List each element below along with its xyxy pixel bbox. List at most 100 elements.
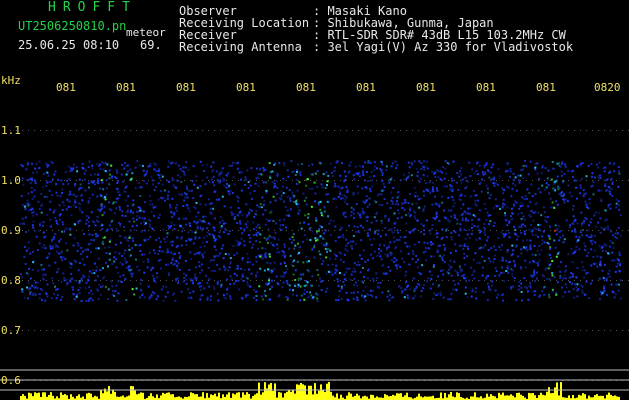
- noise-speck: [356, 284, 359, 287]
- noise-speck: [88, 186, 90, 189]
- noise-speck: [248, 240, 251, 243]
- noise-speck: [380, 258, 383, 261]
- grid-dot: [22, 280, 23, 281]
- noise-speck: [33, 195, 36, 198]
- level-bar: [340, 394, 342, 400]
- noise-speck: [472, 190, 475, 192]
- noise-speck: [350, 291, 353, 294]
- noise-speck: [88, 225, 91, 228]
- noise-speck: [555, 255, 558, 258]
- noise-speck: [517, 288, 520, 291]
- noise-speck: [43, 195, 46, 198]
- noise-speck: [312, 296, 315, 299]
- noise-speck: [437, 275, 439, 278]
- noise-speck: [75, 166, 78, 169]
- noise-speck: [171, 211, 173, 214]
- noise-speck: [149, 225, 152, 228]
- noise-speck: [553, 276, 556, 279]
- noise-speck: [149, 199, 152, 202]
- grid-dot: [106, 280, 107, 281]
- noise-speck: [367, 161, 370, 164]
- noise-speck: [229, 262, 231, 265]
- noise-speck: [462, 248, 465, 250]
- noise-speck: [32, 226, 35, 229]
- level-bar: [294, 393, 296, 400]
- noise-speck: [393, 257, 396, 259]
- noise-speck: [343, 170, 346, 173]
- grid-dot: [106, 130, 107, 131]
- noise-speck: [25, 231, 28, 233]
- noise-speck: [185, 274, 188, 277]
- noise-speck: [289, 208, 292, 211]
- grid-dot: [406, 280, 407, 281]
- noise-speck: [99, 293, 102, 296]
- noise-speck: [617, 185, 620, 188]
- noise-speck: [503, 280, 505, 283]
- noise-speck: [29, 277, 32, 280]
- grid-dot: [370, 180, 371, 181]
- grid-dot: [238, 230, 239, 231]
- noise-speck: [121, 163, 124, 166]
- level-bar: [270, 383, 272, 400]
- noise-speck: [546, 278, 549, 281]
- noise-speck: [413, 160, 416, 163]
- grid-dot: [412, 330, 413, 331]
- noise-speck: [276, 192, 279, 195]
- level-bar: [490, 394, 492, 400]
- noise-speck: [370, 221, 373, 224]
- noise-speck: [302, 240, 304, 243]
- noise-speck: [547, 216, 550, 218]
- noise-speck: [515, 233, 518, 236]
- noise-speck: [321, 279, 324, 282]
- signal-level-bars: [20, 382, 620, 400]
- noise-speck: [564, 277, 567, 280]
- noise-speck: [201, 241, 204, 244]
- noise-speck: [337, 185, 340, 188]
- grid-dot: [436, 280, 437, 281]
- noise-speck: [555, 233, 558, 236]
- grid-dot: [136, 230, 137, 231]
- noise-speck: [191, 279, 194, 282]
- level-bar: [24, 395, 26, 400]
- noise-speck: [46, 295, 49, 298]
- noise-speck: [428, 181, 431, 184]
- noise-speck: [49, 247, 52, 250]
- noise-speck: [355, 281, 357, 284]
- noise-speck: [428, 247, 431, 250]
- noise-speck: [283, 262, 286, 265]
- noise-speck: [336, 278, 339, 280]
- noise-speck: [74, 223, 76, 226]
- noise-speck: [430, 274, 433, 277]
- noise-speck: [583, 276, 585, 279]
- noise-speck: [490, 166, 493, 169]
- noise-speck: [230, 278, 233, 281]
- noise-speck: [575, 186, 578, 189]
- noise-speck: [254, 212, 257, 215]
- noise-speck: [239, 220, 241, 223]
- noise-speck: [54, 216, 57, 219]
- noise-speck: [381, 291, 384, 294]
- noise-speck: [292, 239, 295, 242]
- noise-speck: [212, 207, 215, 210]
- grid-dot: [382, 230, 383, 231]
- grid-dot: [316, 330, 317, 331]
- noise-speck: [262, 181, 265, 184]
- noise-speck: [139, 207, 142, 210]
- noise-speck: [607, 272, 610, 275]
- noise-speck: [243, 244, 246, 247]
- grid-dot: [292, 280, 293, 281]
- noise-speck: [530, 210, 533, 213]
- noise-speck: [119, 261, 122, 264]
- noise-speck: [501, 204, 504, 207]
- noise-speck: [501, 266, 503, 269]
- noise-speck: [143, 201, 146, 204]
- noise-speck: [451, 188, 454, 191]
- noise-speck: [74, 195, 77, 198]
- noise-speck: [604, 209, 607, 212]
- noise-speck: [463, 228, 466, 231]
- noise-speck: [415, 168, 418, 171]
- noise-speck: [403, 208, 406, 211]
- noise-speck: [190, 189, 193, 192]
- level-bar: [132, 386, 134, 400]
- noise-speck: [428, 270, 431, 273]
